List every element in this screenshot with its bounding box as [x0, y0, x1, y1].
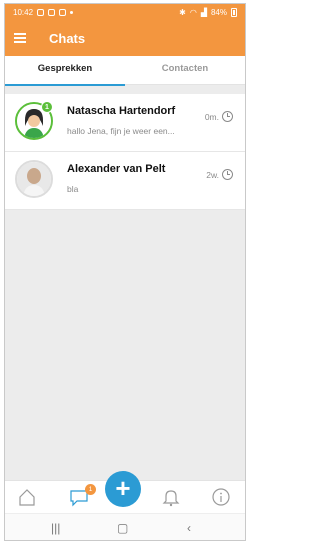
battery-percentage: 84% [210, 8, 227, 17]
wifi-icon: ◠ [189, 8, 197, 17]
phone-frame: 10:42 ✱ ◠ ▟ 84% Chats Gesprekken Contact… [4, 3, 246, 541]
tab-label: Contacten [161, 63, 209, 74]
signal-icon: ▟ [200, 8, 207, 17]
chat-row[interactable]: Alexander van Pelt bla 2w. [5, 152, 245, 210]
recent-apps-icon[interactable]: ||| [51, 521, 60, 535]
tab-gesprekken[interactable]: Gesprekken [5, 56, 125, 86]
tab-bar: Gesprekken Contacten [5, 56, 245, 86]
avatar-photo-icon [17, 162, 51, 196]
chat-unread-badge: 1 [85, 484, 96, 495]
tab-label: Gesprekken [37, 63, 93, 74]
home-button-icon[interactable]: ▢ [117, 521, 128, 535]
chat-list: 1 Natascha Hartendorf hallo Jena, fijn j… [5, 94, 245, 210]
app-bar: Chats [5, 22, 245, 56]
system-navigation-bar: ||| ▢ ‹ [5, 513, 245, 540]
settings-icon [48, 9, 56, 16]
contact-name: Alexander van Pelt [67, 163, 166, 175]
message-preview: hallo Jena, fijn je weer een... [67, 126, 175, 136]
notification-dot-icon [70, 11, 74, 14]
cloud-icon [59, 9, 67, 16]
clock-icon [222, 111, 233, 122]
unread-badge: 1 [41, 101, 53, 113]
image-icon [37, 9, 45, 16]
back-icon[interactable]: ‹ [187, 521, 191, 535]
message-time: 0m. [204, 112, 219, 122]
message-time: 2w. [206, 170, 219, 180]
new-chat-button[interactable]: + [105, 471, 141, 507]
status-time: 10:42 [13, 8, 34, 17]
active-tab-indicator [5, 84, 125, 86]
message-preview: bla [67, 184, 79, 194]
bluetooth-icon: ✱ [179, 8, 186, 17]
bell-icon[interactable] [161, 487, 181, 507]
menu-icon[interactable] [14, 33, 26, 43]
info-icon[interactable] [211, 487, 231, 507]
status-bar: 10:42 ✱ ◠ ▟ 84% [5, 4, 245, 22]
clock-icon [222, 169, 233, 180]
tab-contacten[interactable]: Contacten [125, 56, 245, 85]
battery-icon [231, 8, 237, 17]
home-icon[interactable] [17, 487, 37, 507]
page-title: Chats [49, 31, 86, 46]
avatar [15, 160, 53, 198]
chat-row[interactable]: 1 Natascha Hartendorf hallo Jena, fijn j… [5, 94, 245, 152]
status-bar-right: ✱ ◠ ▟ 84% [179, 8, 237, 17]
status-bar-left: 10:42 [13, 8, 74, 17]
contact-name: Natascha Hartendorf [67, 105, 176, 117]
